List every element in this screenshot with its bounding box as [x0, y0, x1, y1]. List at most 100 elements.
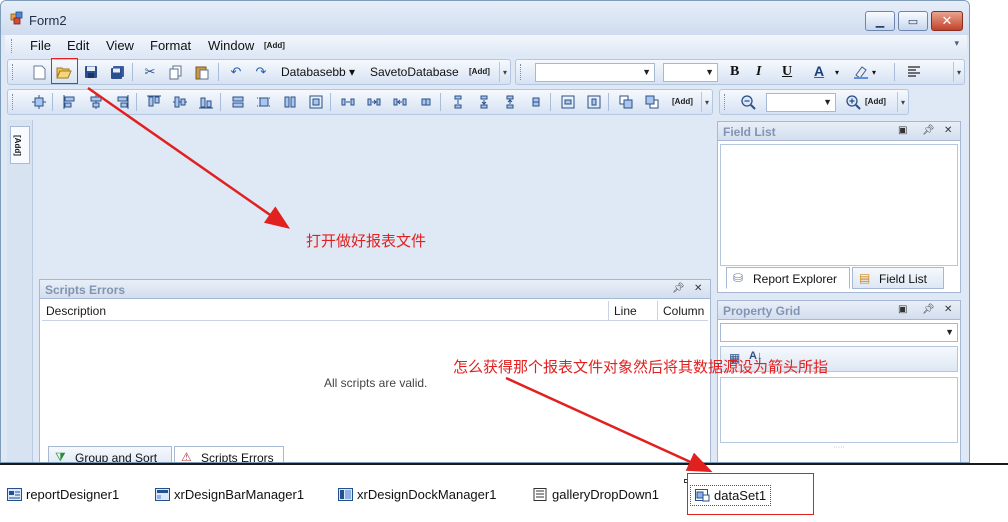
tab-field-list-label: Field List	[879, 272, 928, 286]
column-line[interactable]: Line	[614, 304, 637, 318]
align-rights-icon[interactable]	[114, 94, 130, 110]
menu-add-button[interactable]: [Add]	[264, 41, 285, 50]
copy-icon[interactable]	[168, 64, 184, 80]
formatting-overflow-icon[interactable]: ▾	[953, 62, 964, 82]
minimize-button[interactable]: ▁	[865, 11, 895, 31]
zoom-overflow-icon[interactable]: ▾	[897, 92, 908, 112]
tray-item-dock-manager[interactable]: xrDesignDockManager1	[338, 487, 496, 502]
align-middles-icon[interactable]	[172, 94, 188, 110]
vertical-spacing-remove-icon[interactable]	[528, 94, 544, 110]
font-name-combo[interactable]: ▼	[535, 63, 655, 82]
back-color-icon[interactable]	[853, 64, 869, 80]
panel-window-icon[interactable]: ▣	[898, 304, 907, 315]
underline-button[interactable]: U	[782, 64, 792, 80]
bring-to-front-icon[interactable]	[618, 94, 634, 110]
font-color-button[interactable]: A	[814, 63, 824, 79]
size-to-grid-icon[interactable]	[256, 94, 272, 110]
menu-view[interactable]: View	[106, 38, 134, 53]
undo-icon[interactable]: ↶	[228, 64, 244, 80]
zoom-in-icon[interactable]	[845, 94, 861, 110]
toolbar-grip-handle[interactable]	[12, 64, 15, 80]
panel-window-icon[interactable]: ▣	[898, 125, 907, 136]
scripts-errors-title: Scripts Errors	[45, 283, 126, 297]
layout-toolbar: [Add] ▾	[7, 89, 713, 115]
font-color-dropdown-icon[interactable]: ▾	[835, 68, 839, 77]
open-button-highlight-box	[51, 58, 78, 84]
tray-item-report-designer[interactable]: reportDesigner1	[7, 487, 119, 502]
pin-icon[interactable]: 📌︎	[922, 304, 935, 315]
back-color-dropdown-icon[interactable]: ▾	[872, 68, 876, 77]
same-size-icon[interactable]	[308, 94, 324, 110]
save-to-database-button[interactable]: SavetoDatabase	[370, 65, 459, 79]
splitter-handle[interactable]: ·····	[720, 444, 958, 455]
align-lefts-icon[interactable]	[62, 94, 78, 110]
toolbar-grip-handle[interactable]	[724, 94, 727, 110]
property-object-combo[interactable]: ▼	[720, 323, 958, 342]
property-grid-body[interactable]	[720, 377, 958, 443]
tray-item-gallery-dropdown[interactable]: galleryDropDown1	[533, 487, 659, 502]
send-to-back-icon[interactable]	[644, 94, 660, 110]
panel-close-icon[interactable]: ✕	[694, 283, 702, 294]
left-dock-tab[interactable]: [Add]	[10, 126, 30, 164]
toolbar-grip-handle[interactable]	[12, 94, 15, 110]
tab-scripts-errors[interactable]: ⚠ Scripts Errors	[174, 446, 284, 463]
toolbar1-add-button[interactable]: [Add]	[469, 67, 490, 76]
menu-overflow-icon[interactable]: ▾	[954, 38, 959, 49]
chevron-down-icon: ▼	[705, 67, 714, 77]
tab-scripts-errors-label: Scripts Errors	[201, 451, 274, 463]
horizontal-spacing-decrease-icon[interactable]	[392, 94, 408, 110]
vertical-spacing-decrease-icon[interactable]	[502, 94, 518, 110]
menu-edit[interactable]: Edit	[67, 38, 89, 53]
field-list-tree[interactable]	[720, 144, 958, 266]
bold-button[interactable]: B	[730, 64, 739, 80]
designer-surface[interactable]	[35, 120, 713, 278]
tray-item-bar-manager[interactable]: xrDesignBarManager1	[155, 487, 304, 502]
menu-file[interactable]: File	[30, 38, 51, 53]
align-bottoms-icon[interactable]	[198, 94, 214, 110]
save-all-icon[interactable]	[109, 64, 125, 80]
toolbar2-add-button[interactable]: [Add]	[672, 97, 693, 106]
horizontal-spacing-increase-icon[interactable]	[366, 94, 382, 110]
pin-icon[interactable]: 📌︎	[672, 283, 685, 294]
tab-field-list[interactable]: ▤ Field List	[852, 267, 944, 289]
pin-icon[interactable]: 📌︎	[922, 125, 935, 136]
new-file-icon[interactable]	[31, 64, 47, 80]
toolbar2-overflow-icon[interactable]: ▾	[701, 92, 712, 112]
menu-window[interactable]: Window	[208, 38, 254, 53]
font-size-combo[interactable]: ▼	[663, 63, 718, 82]
cut-icon[interactable]: ✂	[142, 64, 158, 80]
horizontal-spacing-equal-icon[interactable]	[340, 94, 356, 110]
same-width-icon[interactable]	[230, 94, 246, 110]
tab-group-and-sort[interactable]: ⧩ Group and Sort	[48, 446, 172, 462]
zoom-add-button[interactable]: [Add]	[865, 97, 886, 106]
panel-close-icon[interactable]: ✕	[944, 125, 952, 136]
menu-format[interactable]: Format	[150, 38, 191, 53]
formatting-toolbar: ▼ ▼ B I U A ▾ ▾ ▾	[515, 59, 965, 85]
vertical-spacing-equal-icon[interactable]	[450, 94, 466, 110]
zoom-combo[interactable]: ▼	[766, 93, 836, 112]
horizontal-spacing-remove-icon[interactable]	[418, 94, 434, 110]
column-description[interactable]: Description	[46, 304, 106, 318]
align-tops-icon[interactable]	[146, 94, 162, 110]
save-icon[interactable]	[83, 64, 99, 80]
panel-close-icon[interactable]: ✕	[944, 304, 952, 315]
center-horizontally-icon[interactable]	[560, 94, 576, 110]
align-to-grid-icon[interactable]	[31, 94, 47, 110]
redo-icon[interactable]: ↷	[253, 64, 269, 80]
vertical-spacing-increase-icon[interactable]	[476, 94, 492, 110]
italic-button[interactable]: I	[756, 64, 761, 80]
column-column[interactable]: Column	[663, 304, 704, 318]
tab-report-explorer[interactable]: ⛁ Report Explorer	[726, 267, 850, 289]
center-vertically-icon[interactable]	[586, 94, 602, 110]
toolbar-grip-handle[interactable]	[520, 64, 523, 80]
menu-grip-handle[interactable]	[11, 39, 14, 53]
align-left-icon[interactable]	[906, 64, 922, 80]
zoom-out-icon[interactable]	[740, 94, 756, 110]
toolbar1-overflow-icon[interactable]: ▾	[499, 62, 510, 82]
database-dropdown[interactable]: Databasebb ▾	[281, 65, 355, 79]
maximize-button[interactable]: ▭	[898, 11, 928, 31]
paste-icon[interactable]	[194, 64, 210, 80]
same-height-icon[interactable]	[282, 94, 298, 110]
close-button[interactable]: ✕	[931, 11, 963, 31]
align-centers-icon[interactable]	[88, 94, 104, 110]
